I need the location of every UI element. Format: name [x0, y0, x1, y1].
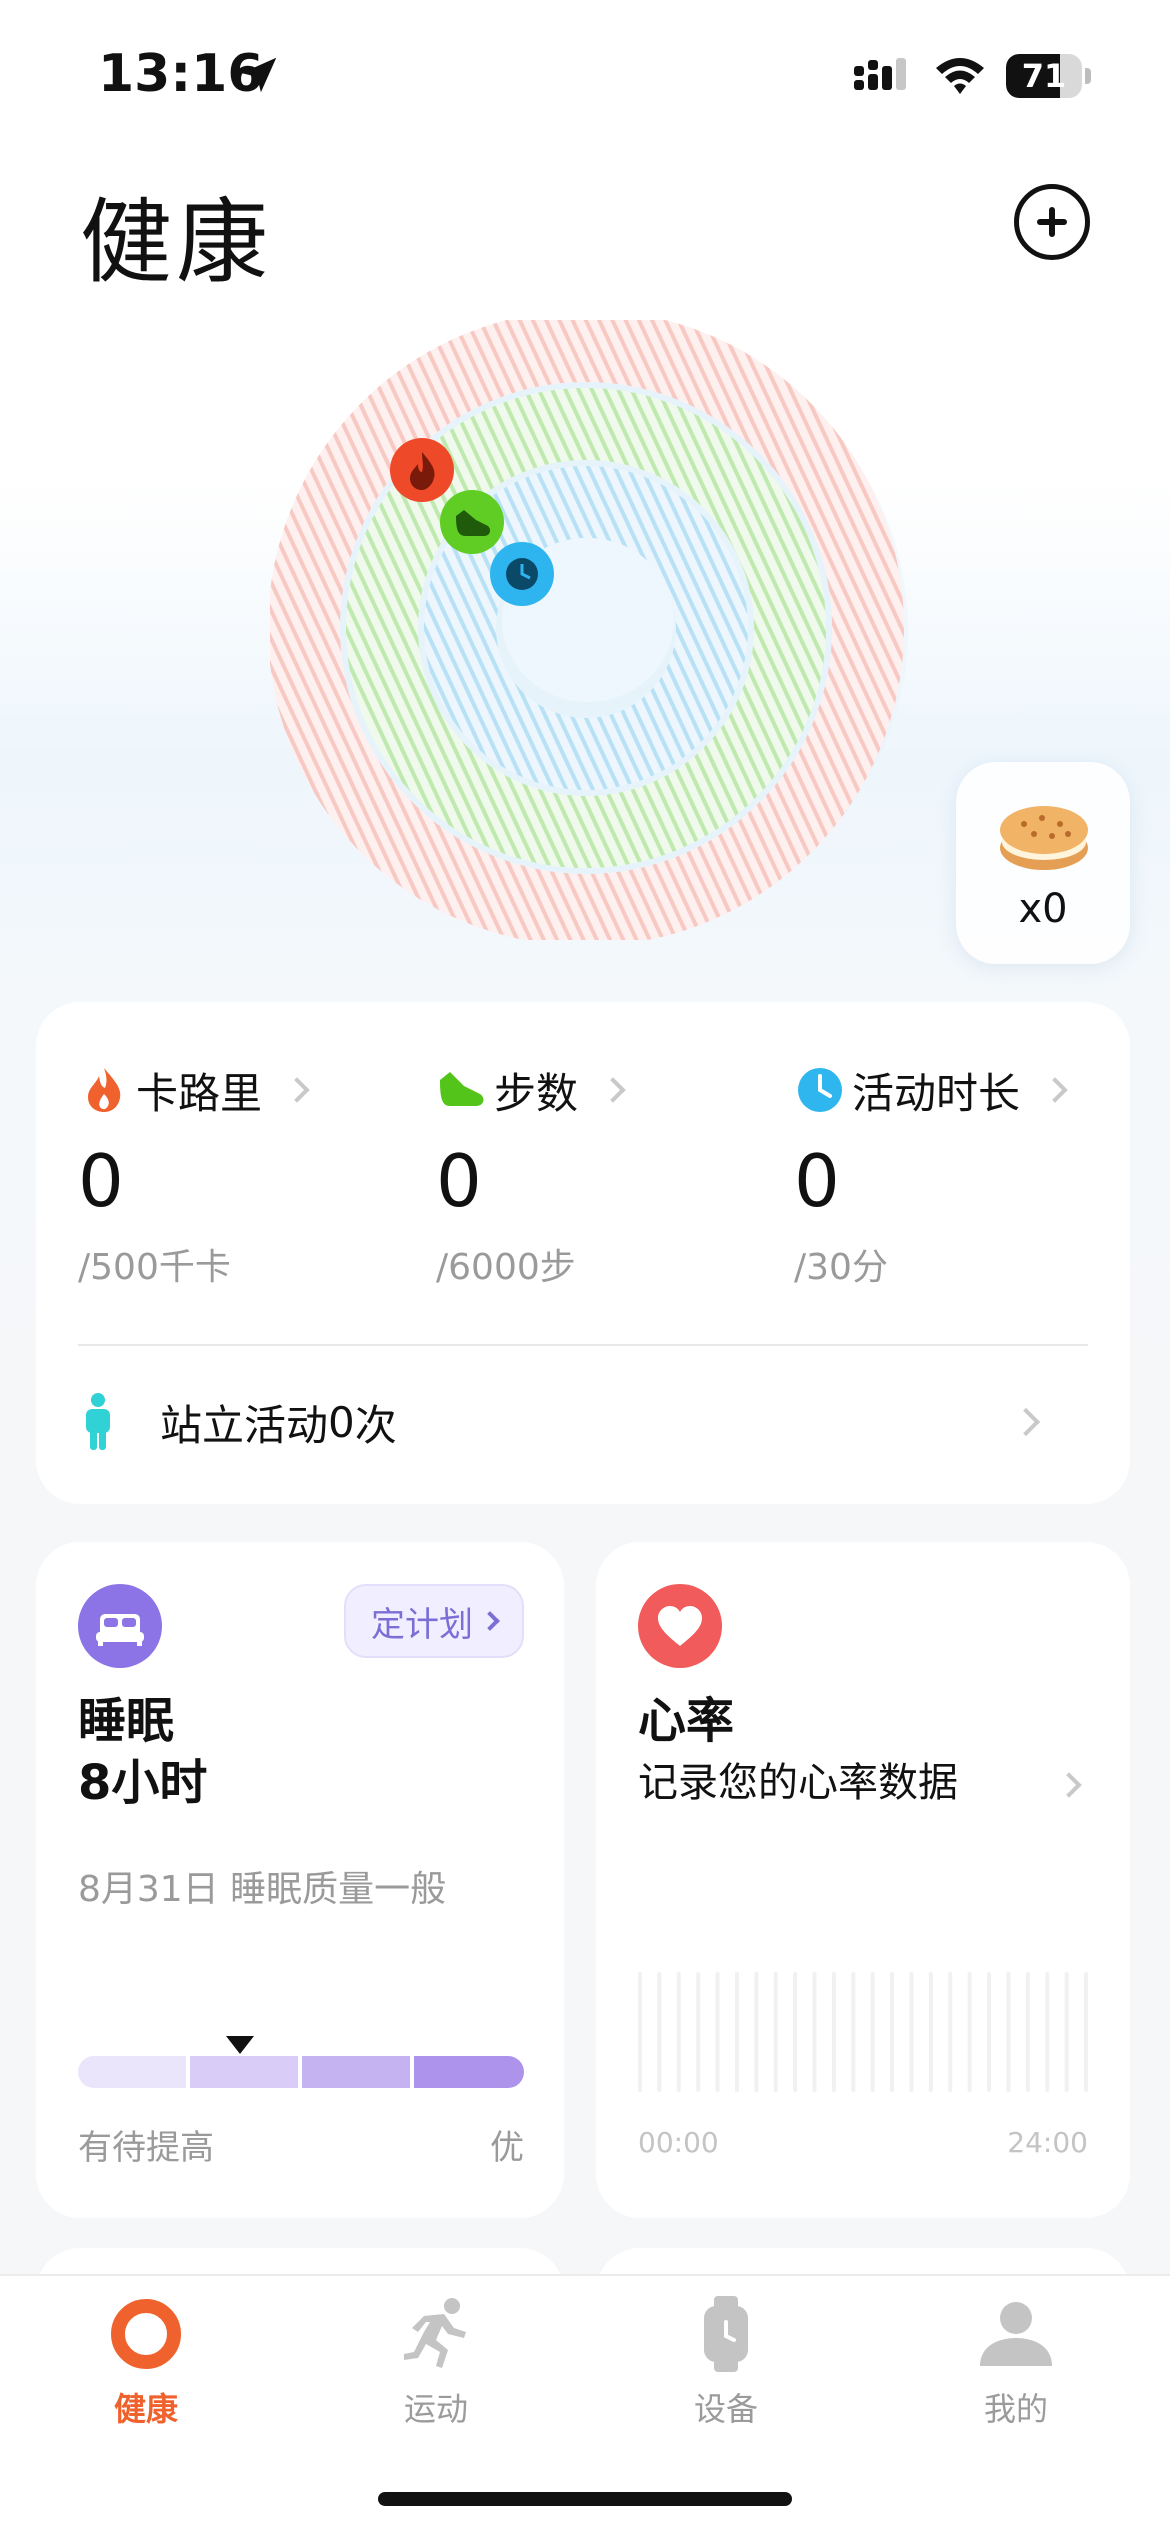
reward-count: x0 — [1018, 886, 1068, 932]
profile-icon — [980, 2302, 1052, 2366]
sleep-title: 睡眠 — [78, 1693, 175, 1749]
placeholder-bar — [1064, 1972, 1069, 2092]
stand-label: 站立活动 — [160, 1400, 329, 1450]
health-ring-icon — [111, 2299, 181, 2369]
chevron-right-icon — [480, 1611, 500, 1631]
chart-end-time: 24:00 — [1007, 2126, 1088, 2159]
duration-ring-knob — [490, 542, 554, 606]
placeholder-bar — [812, 1972, 817, 2092]
cellular-signal-icon — [854, 58, 906, 90]
duration-target: /30分 — [794, 1247, 888, 1288]
clock-icon — [798, 1068, 842, 1112]
tab-label: 运动 — [403, 2390, 468, 2428]
standing-person-icon — [86, 1393, 110, 1450]
placeholder-bar — [773, 1972, 778, 2092]
chart-start-time: 00:00 — [638, 2126, 719, 2159]
tab-health[interactable]: 健康 — [46, 2294, 246, 2430]
placeholder-bar — [696, 1972, 701, 2092]
calorie-target: /500千卡 — [78, 1247, 231, 1288]
watch-icon — [704, 2296, 748, 2372]
placeholder-bar — [1006, 1972, 1011, 2092]
activity-summary-card: 卡路里 0 /500千卡 步数 0 /6000步 活动时长 0 /30分 站立活… — [36, 1002, 1130, 1504]
calorie-metric[interactable]: 卡路里 0 /500千卡 — [78, 1060, 418, 1290]
duration-metric[interactable]: 活动时长 0 /30分 — [794, 1060, 1114, 1290]
placeholder-bar — [676, 1972, 681, 2092]
heart-rate-placeholder-chart — [638, 1972, 1088, 2092]
placeholder-bar — [1025, 1972, 1030, 2092]
placeholder-bar — [987, 1972, 992, 2092]
placeholder-bar — [793, 1972, 798, 2092]
wifi-icon — [936, 58, 984, 94]
set-plan-label: 定计划 — [371, 1604, 473, 1645]
placeholder-bar — [715, 1972, 720, 2092]
divider — [78, 1344, 1088, 1346]
placeholder-bar — [967, 1972, 972, 2092]
battery-indicator: 71 — [1006, 54, 1091, 98]
calorie-label: 卡路里 — [136, 1068, 263, 1118]
tab-profile[interactable]: 我的 — [916, 2294, 1116, 2430]
chevron-right-icon — [284, 1077, 310, 1103]
set-plan-button[interactable]: 定计划 — [344, 1584, 524, 1658]
flame-icon — [88, 1068, 121, 1112]
tab-label: 我的 — [983, 2390, 1048, 2428]
placeholder-bar — [890, 1972, 895, 2092]
heart-icon — [638, 1584, 722, 1668]
placeholder-bar — [948, 1972, 953, 2092]
sleep-card[interactable]: 定计划 睡眠 8小时 8月31日 睡眠质量一般 有待提高 优 — [36, 1542, 564, 2218]
quality-low-label: 有待提高 — [78, 2128, 214, 2168]
cookie-icon — [1000, 806, 1088, 870]
stand-unit: 次 — [354, 1400, 397, 1450]
duration-value: 0 — [794, 1139, 840, 1223]
steps-target: /6000步 — [436, 1247, 576, 1288]
tab-label: 健康 — [113, 2390, 178, 2428]
sleep-date-quality: 8月31日 睡眠质量一般 — [78, 1869, 447, 1910]
location-arrow-icon — [241, 57, 277, 93]
chevron-right-icon — [1011, 1407, 1041, 1437]
stand-activity-row[interactable]: 站立活动 0 次 — [78, 1382, 1088, 1462]
placeholder-bar — [638, 1972, 642, 2092]
quality-high-label: 优 — [490, 2128, 524, 2168]
activity-rings[interactable] — [270, 320, 910, 940]
tab-device[interactable]: 设备 — [626, 2294, 826, 2430]
steps-value: 0 — [436, 1139, 482, 1223]
shoe-icon — [440, 1072, 484, 1106]
heart-title: 心率 — [638, 1693, 735, 1749]
placeholder-bar — [1084, 1972, 1088, 2092]
placeholder-bar — [754, 1972, 759, 2092]
placeholder-bar — [1045, 1972, 1050, 2092]
chevron-right-icon — [1042, 1077, 1068, 1103]
battery-percent: 71 — [1021, 57, 1067, 95]
placeholder-bar — [734, 1972, 739, 2092]
placeholder-bar — [831, 1972, 836, 2092]
quality-marker — [226, 2036, 254, 2054]
calorie-value: 0 — [78, 1139, 124, 1223]
calorie-ring-knob — [390, 438, 454, 502]
chevron-right-icon — [600, 1077, 626, 1103]
tab-label: 设备 — [693, 2390, 758, 2428]
page-title: 健康 — [80, 189, 273, 296]
steps-label: 步数 — [494, 1068, 579, 1118]
heart-subtitle: 记录您的心率数据 — [638, 1760, 958, 1806]
heart-rate-card[interactable]: 心率 记录您的心率数据 00:00 24:00 — [596, 1542, 1130, 2218]
running-icon — [404, 2298, 466, 2368]
tab-exercise[interactable]: 运动 — [336, 2294, 536, 2430]
reward-card[interactable]: x0 — [956, 762, 1130, 964]
placeholder-bar — [657, 1972, 662, 2092]
placeholder-bar — [928, 1972, 933, 2092]
steps-metric[interactable]: 步数 0 /6000步 — [436, 1060, 776, 1290]
sleep-hours: 8小时 — [78, 1755, 208, 1811]
sleep-quality-bar — [78, 2056, 524, 2088]
bed-icon — [78, 1584, 162, 1668]
placeholder-bar — [870, 1972, 875, 2092]
home-indicator — [378, 2492, 792, 2506]
tab-bar: 健康 运动 设备 我的 — [0, 2274, 1170, 2532]
placeholder-bar — [909, 1972, 914, 2092]
steps-ring-knob — [440, 490, 504, 554]
chevron-right-icon — [1056, 1772, 1082, 1798]
stand-value: 0 — [328, 1397, 355, 1447]
duration-label: 活动时长 — [852, 1068, 1021, 1118]
add-button[interactable] — [1014, 184, 1090, 260]
placeholder-bar — [851, 1972, 856, 2092]
